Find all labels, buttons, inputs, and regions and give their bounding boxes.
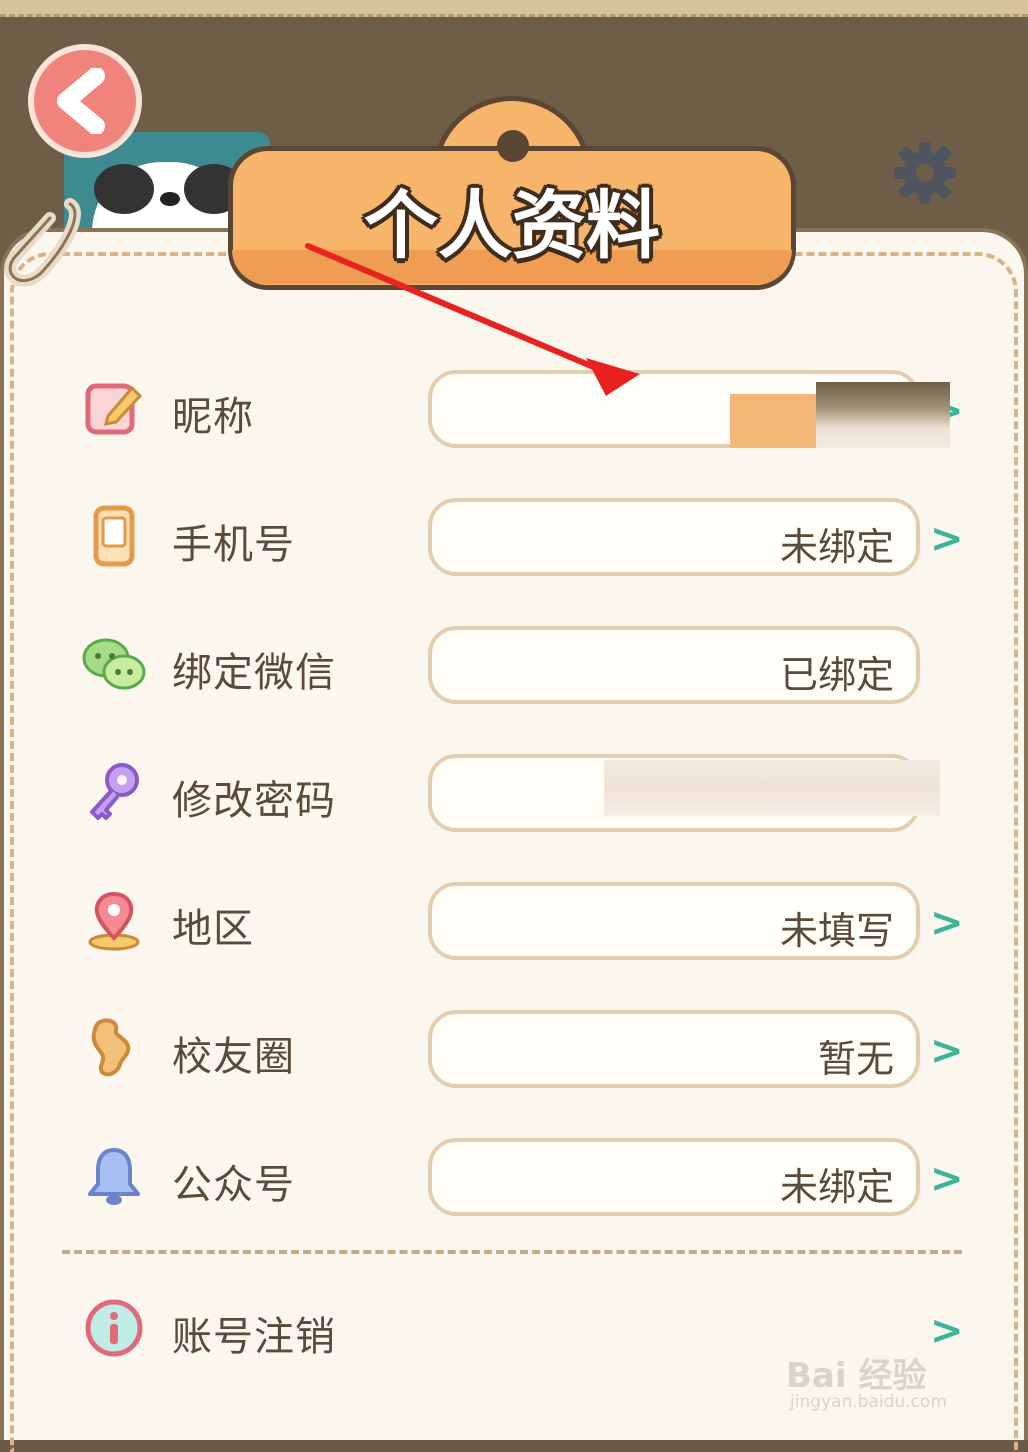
official-account-field[interactable]: 未绑定 [428, 1138, 920, 1216]
alumni-field[interactable]: 暂无 [428, 1010, 920, 1088]
info-icon [85, 1299, 143, 1357]
row-label: 昵称 [172, 394, 254, 440]
chevron-right-icon[interactable]: > [930, 1156, 964, 1202]
row-label: 公众号 [172, 1162, 295, 1208]
row-alumni[interactable]: 校友圈 暂无 > [0, 1010, 1028, 1090]
bell-icon [88, 1148, 140, 1205]
back-icon [57, 68, 105, 134]
location-pin-icon [88, 891, 140, 951]
avatar-nose [160, 192, 180, 206]
row-phone[interactable]: 手机号 未绑定 > [0, 498, 1028, 578]
top-bar-edge [0, 0, 1028, 17]
wechat-icon [82, 638, 146, 690]
row-value: 未绑定 [779, 1165, 894, 1209]
row-value: 暂无 [817, 1037, 894, 1081]
key-icon [90, 763, 139, 820]
phone-field[interactable]: 未绑定 [428, 498, 920, 576]
avatar-ear-left [94, 164, 154, 214]
settings-gear-icon[interactable] [890, 138, 960, 208]
watermark-brand: Bai 经验 [786, 1356, 927, 1396]
region-field[interactable]: 未填写 [428, 882, 920, 960]
bone-icon [91, 1018, 131, 1077]
chevron-right-icon[interactable]: > [930, 516, 964, 562]
annotation-arrow-icon [305, 243, 640, 396]
title-tab-hole [497, 130, 529, 162]
redaction-block [816, 382, 950, 448]
row-official-account[interactable]: 公众号 未绑定 > [0, 1138, 1028, 1218]
row-wechat[interactable]: 绑定微信 已绑定 [0, 626, 1028, 706]
row-value: 已绑定 [779, 653, 894, 697]
paper-clip-icon [4, 198, 81, 287]
section-divider [62, 1250, 962, 1254]
edit-icon [85, 383, 143, 435]
row-label: 修改密码 [172, 778, 336, 824]
row-label: 绑定微信 [172, 650, 336, 696]
wechat-field[interactable]: 已绑定 [428, 626, 920, 704]
chevron-right-icon[interactable]: > [930, 900, 964, 946]
row-region[interactable]: 地区 未填写 > [0, 882, 1028, 962]
watermark-url: jingyan.baidu.com [790, 1392, 947, 1412]
phone-icon [93, 505, 135, 567]
row-value: 未绑定 [779, 525, 894, 569]
redaction-block [730, 394, 830, 448]
row-label: 手机号 [172, 522, 295, 568]
chevron-right-icon[interactable]: > [930, 1028, 964, 1074]
row-label: 地区 [172, 906, 254, 952]
row-value: 未填写 [779, 909, 894, 953]
row-label: 账号注销 [172, 1314, 336, 1360]
back-button[interactable] [28, 44, 142, 158]
chevron-right-icon[interactable]: > [930, 1308, 964, 1354]
row-label: 校友圈 [172, 1034, 295, 1080]
redaction-block [604, 760, 940, 816]
